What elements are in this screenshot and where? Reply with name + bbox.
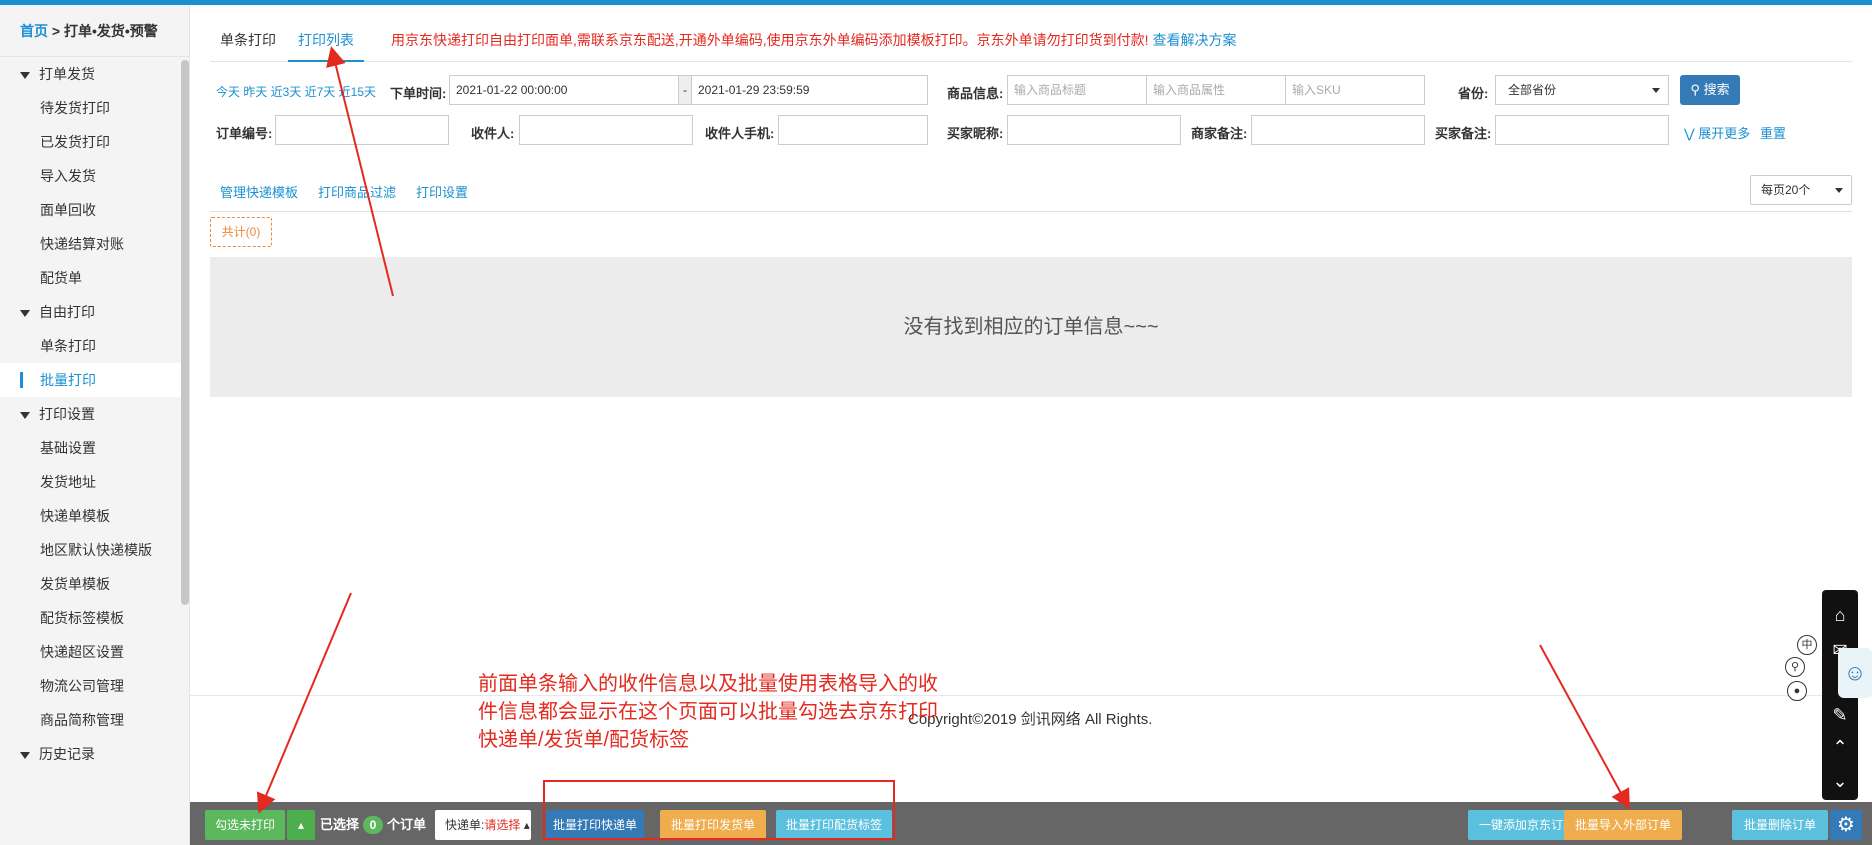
selected-count: 已选择 0 个订单: [320, 816, 427, 834]
caret-down-icon: [1835, 188, 1843, 193]
province-label: 省份:: [1458, 86, 1489, 101]
select-unprinted-button[interactable]: 勾选未打印: [205, 810, 285, 840]
province-select[interactable]: 全部省份: [1495, 75, 1669, 105]
order-time-label: 下单时间:: [390, 86, 447, 101]
sidebar-group-history[interactable]: 历史记录: [0, 737, 189, 771]
goods-attr-input[interactable]: 输入商品属性: [1146, 75, 1286, 105]
list-toolbar: 管理快递模板 打印商品过滤 打印设置 每页20个: [210, 170, 1852, 212]
language-toggle[interactable]: 中: [1797, 635, 1817, 655]
notice-banner: 用京东快递打印自由打印面单,需联系京东配送,开通外单编码,使用京东外单编码添加模…: [391, 20, 1236, 60]
reset-link[interactable]: 重置: [1760, 123, 1786, 142]
date-from-input[interactable]: 2021-01-22 00:00:00: [449, 75, 679, 105]
annotation-text: 前面单条输入的收件信息以及批量使用表格导入的收件信息都会显示在这个页面可以批量勾…: [478, 673, 938, 751]
receiver-phone-label: 收件人手机:: [705, 126, 775, 141]
print-settings-link[interactable]: 打印设置: [416, 182, 468, 201]
sidebar-item-express-settlement[interactable]: 快递结算对账: [0, 227, 189, 261]
caret-down-icon: [20, 751, 30, 759]
sidebar-item-express-template[interactable]: 快递单模板: [0, 499, 189, 533]
double-chevron-down-icon: ⋁: [1684, 126, 1699, 141]
buyer-note-input[interactable]: [1495, 115, 1669, 145]
order-no-label: 订单编号:: [216, 126, 273, 141]
home-icon[interactable]: ⌂: [1822, 600, 1858, 630]
sidebar-scrollbar[interactable]: [181, 60, 189, 605]
highlight-box: [543, 780, 895, 840]
date-to-input[interactable]: 2021-01-29 23:59:59: [691, 75, 928, 105]
expand-more-link[interactable]: ⋁ 展开更多: [1684, 123, 1750, 142]
receiver-phone-input[interactable]: [778, 115, 928, 145]
goods-title-input[interactable]: 输入商品标题: [1007, 75, 1147, 105]
select-options-button[interactable]: ▴: [287, 810, 315, 840]
caret-up-icon: ▴: [297, 818, 305, 832]
buyer-nick-label: 买家昵称:: [947, 126, 1004, 141]
selected-count-badge: 0: [363, 816, 384, 834]
sidebar-item-region-default-template[interactable]: 地区默认快递模版: [0, 533, 189, 567]
print-filter-link[interactable]: 打印商品过滤: [318, 182, 396, 201]
sidebar-item-waybill-recycle[interactable]: 面单回收: [0, 193, 189, 227]
caret-down-icon: [20, 411, 30, 419]
chevron-up-icon[interactable]: ⌃: [1822, 732, 1858, 762]
sidebar-item-batch-print[interactable]: 批量打印: [0, 363, 189, 397]
quick-date-links[interactable]: 今天 昨天 近3天 近7天 近15天: [216, 83, 376, 100]
sidebar-item-goods-abbreviation[interactable]: 商品简称管理: [0, 703, 189, 737]
notice-text: 用京东快递打印自由打印面单,需联系京东配送,开通外单编码,使用京东外单编码添加模…: [391, 32, 1149, 48]
breadcrumb-home-link[interactable]: 首页: [20, 23, 48, 39]
notice-solution-link[interactable]: 查看解决方案: [1152, 32, 1236, 48]
search-button[interactable]: ⚲ 搜索: [1680, 75, 1740, 105]
sidebar-item-express-out-of-area[interactable]: 快递超区设置: [0, 635, 189, 669]
express-select[interactable]: 快递单:请选择 ▴: [435, 810, 531, 840]
sidebar-item-pending-print[interactable]: 待发货打印: [0, 91, 189, 125]
date-separator: -: [679, 75, 691, 105]
batch-delete-orders-button[interactable]: 批量删除订单: [1732, 810, 1828, 840]
buyer-note-label: 买家备注:: [1435, 126, 1492, 141]
shirt-icon[interactable]: ●: [1787, 681, 1807, 701]
manage-templates-link[interactable]: 管理快递模板: [220, 182, 298, 201]
sidebar-item-label-template[interactable]: 配货标签模板: [0, 601, 189, 635]
caret-down-icon: [20, 71, 30, 79]
merchant-note-input[interactable]: [1251, 115, 1425, 145]
breadcrumb: 首页 > 打单•发货•预警: [0, 5, 189, 57]
tab-print-list[interactable]: 打印列表: [288, 20, 364, 62]
buyer-nick-input[interactable]: [1007, 115, 1181, 145]
breadcrumb-current: 打单•发货•预警: [63, 23, 158, 39]
sidebar-item-invoice-template[interactable]: 发货单模板: [0, 567, 189, 601]
import-external-orders-button[interactable]: 批量导入外部订单: [1564, 810, 1682, 840]
tab-bar: 单条打印 打印列表 用京东快递打印自由打印面单,需联系京东配送,开通外单编码,使…: [210, 20, 1852, 62]
sidebar: 首页 > 打单•发货•预警 打单发货 待发货打印 已发货打印 导入发货 面单回收…: [0, 5, 190, 845]
total-count-badge: 共计(0): [210, 217, 272, 247]
caret-down-icon: [1652, 88, 1660, 93]
bottom-action-bar: 勾选未打印 ▴ 已选择 0 个订单 快递单:请选择 ▴ 批量打印快递单 批量打印发货…: [190, 802, 1872, 845]
edit-icon[interactable]: ✎: [1822, 700, 1858, 730]
sidebar-group-free-print[interactable]: 自由打印: [0, 295, 189, 329]
gear-icon[interactable]: ⚙: [1830, 810, 1862, 840]
caret-up-icon: ▴: [523, 818, 530, 832]
search-icon: ⚲: [1690, 82, 1704, 97]
tab-single-print[interactable]: 单条打印: [210, 20, 286, 62]
sidebar-item-logistics-company[interactable]: 物流公司管理: [0, 669, 189, 703]
sidebar-item-shipped-print[interactable]: 已发货打印: [0, 125, 189, 159]
sidebar-item-ship-address[interactable]: 发货地址: [0, 465, 189, 499]
key-icon[interactable]: ⚲: [1785, 657, 1805, 677]
empty-state-message: 没有找到相应的订单信息~~~: [210, 257, 1852, 397]
sidebar-item-import-ship[interactable]: 导入发货: [0, 159, 189, 193]
sidebar-group-order-ship[interactable]: 打单发货: [0, 57, 189, 91]
merchant-note-label: 商家备注:: [1191, 126, 1248, 141]
order-no-input[interactable]: [275, 115, 449, 145]
chevron-down-icon[interactable]: ⌄: [1822, 766, 1858, 796]
sidebar-item-picking-list[interactable]: 配货单: [0, 261, 189, 295]
goods-info-label: 商品信息:: [947, 86, 1004, 101]
mascot-icon[interactable]: ☺: [1838, 648, 1872, 698]
breadcrumb-separator: >: [51, 23, 61, 39]
sidebar-group-print-settings[interactable]: 打印设置: [0, 397, 189, 431]
sidebar-item-basic-settings[interactable]: 基础设置: [0, 431, 189, 465]
sku-input[interactable]: 输入SKU: [1285, 75, 1425, 105]
footer-divider: [190, 695, 1872, 696]
page-size-select[interactable]: 每页20个: [1750, 175, 1852, 205]
receiver-input[interactable]: [519, 115, 693, 145]
sidebar-item-single-print[interactable]: 单条打印: [0, 329, 189, 363]
caret-down-icon: [20, 309, 30, 317]
receiver-label: 收件人:: [471, 126, 515, 141]
sidebar-menu: 打单发货 待发货打印 已发货打印 导入发货 面单回收 快递结算对账 配货单 自由…: [0, 57, 189, 771]
